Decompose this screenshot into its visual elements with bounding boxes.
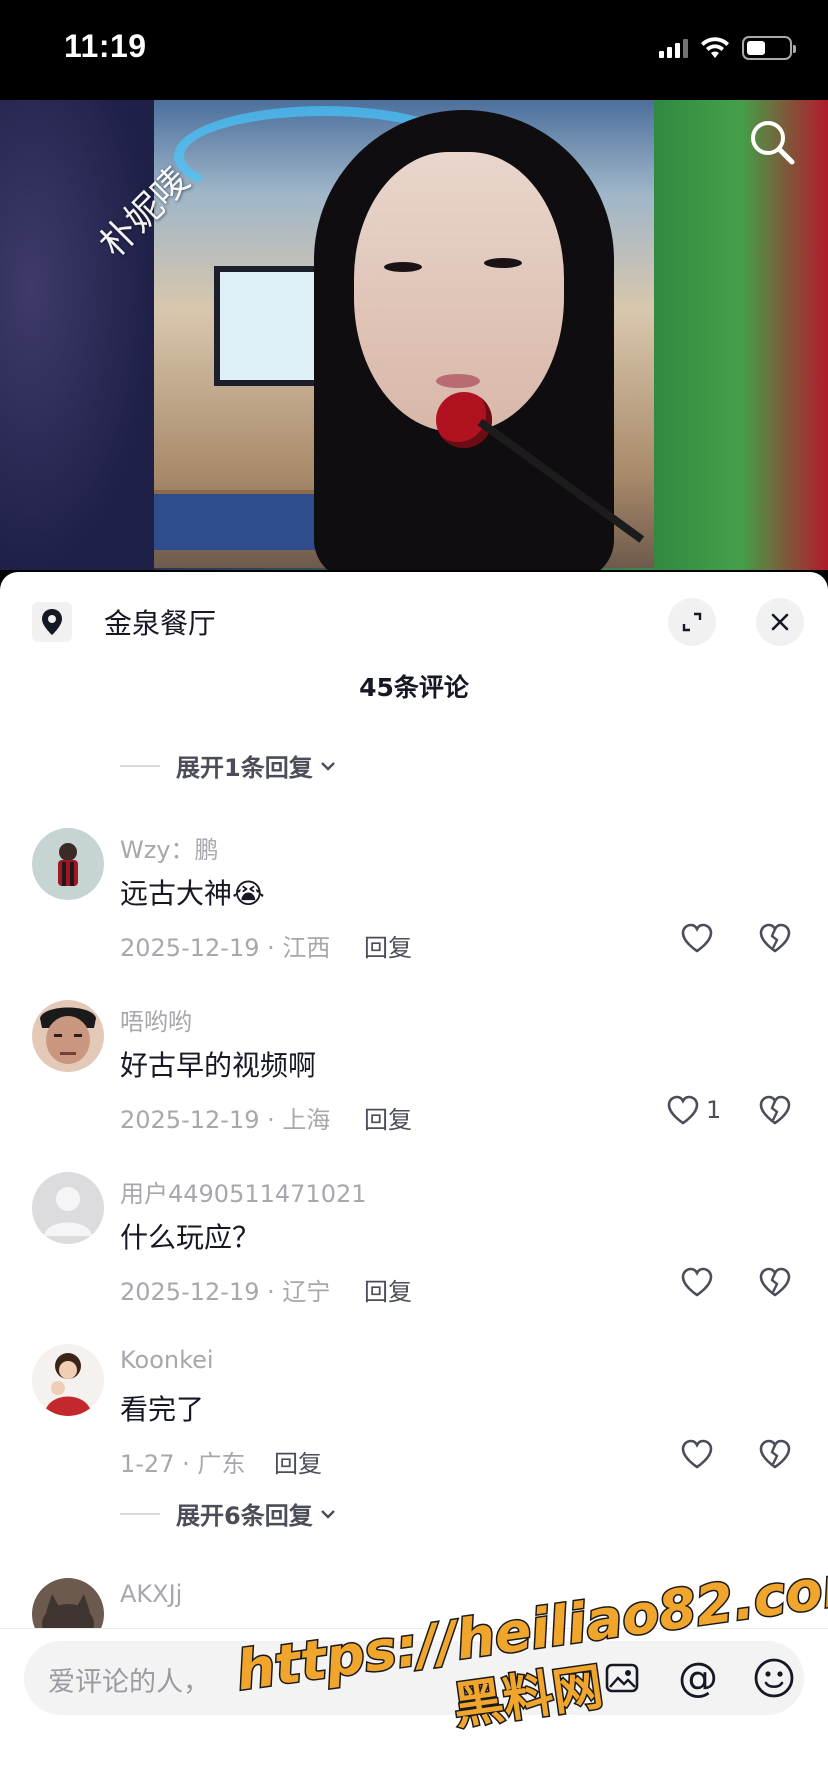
comment-text: 什么玩应？ [120, 1221, 261, 1254]
expand-replies-button[interactable]: 展开1条回复 [120, 748, 337, 783]
reply-button[interactable]: 回复 [364, 928, 412, 963]
like-button[interactable] [680, 922, 714, 954]
wifi-icon [701, 37, 729, 58]
heart-icon [681, 1439, 713, 1469]
avatar[interactable] [32, 828, 104, 900]
dislike-button[interactable] [758, 1438, 792, 1474]
location-pin-icon [32, 602, 72, 642]
reply-button[interactable]: 回复 [364, 1272, 412, 1307]
avatar[interactable] [32, 1344, 104, 1416]
expand-icon [682, 612, 702, 632]
image-icon [605, 1663, 639, 1693]
cellular-signal-icon [659, 38, 688, 58]
at-sign-icon: @ [678, 1655, 718, 1701]
status-time: 11:19 [64, 28, 147, 64]
comment-meta: 2025-12-19 · 上海 [120, 1106, 331, 1134]
image-button[interactable] [598, 1654, 646, 1702]
dislike-button[interactable] [758, 922, 792, 958]
expand-replies-button[interactable]: 展开6条回复 [120, 1496, 337, 1531]
battery-icon [742, 36, 796, 60]
comment-item[interactable]: 唔哟哟 好古早的视频啊 2025-12-19 · 上海 回复 1 [0, 1000, 828, 1170]
heart-icon [681, 1267, 713, 1297]
status-icons [659, 36, 796, 60]
status-bar: 11:19 [0, 0, 828, 100]
heart-icon [667, 1095, 699, 1125]
dislike-button[interactable] [758, 1094, 792, 1130]
dislike-button[interactable] [758, 1266, 792, 1302]
emoji-button[interactable] [750, 1654, 798, 1702]
broken-heart-icon [759, 1095, 791, 1125]
comment-item[interactable]: Koonkei 看完了 1-27 · 广东 回复 [0, 1344, 828, 1514]
comment-meta: 2025-12-19 · 江西 [120, 934, 331, 962]
avatar[interactable] [32, 1000, 104, 1072]
close-icon [771, 613, 789, 631]
mention-button[interactable]: @ [674, 1654, 722, 1702]
expand-replies-label: 展开1条回复 [176, 754, 313, 782]
video-blur-right [654, 100, 828, 570]
reply-button[interactable]: 回复 [364, 1100, 412, 1135]
comment-username[interactable]: AKXJj [120, 1580, 182, 1608]
comment-composer: 爱评论的人， @ [0, 1628, 828, 1792]
comment-username[interactable]: 用户4490511471021 [120, 1174, 367, 1209]
video-player[interactable]: 朴妮唛 [0, 100, 828, 570]
comment-username[interactable]: 唔哟哟 [120, 1002, 192, 1037]
comment-text: 看完了 [120, 1393, 205, 1426]
comment-username[interactable]: Koonkei [120, 1346, 214, 1374]
reply-button[interactable]: 回复 [274, 1444, 322, 1479]
comment-input-placeholder: 爱评论的人， [48, 1667, 210, 1698]
chevron-down-icon [320, 761, 335, 771]
close-button[interactable] [756, 598, 804, 646]
comment-item[interactable]: Wzy：鹏 远古大神😭 2025-12-19 · 江西 回复 [0, 828, 828, 998]
comment-item[interactable]: 用户4490511471021 什么玩应？ 2025-12-19 · 辽宁 回复 [0, 1172, 828, 1342]
comment-text: 好古早的视频啊 [120, 1049, 317, 1082]
heart-icon [681, 923, 713, 953]
emoji-icon [754, 1658, 794, 1698]
comment-input[interactable]: 爱评论的人， @ [24, 1641, 804, 1715]
video-blur-left [0, 100, 154, 570]
search-icon[interactable] [744, 114, 800, 170]
chevron-down-icon [320, 1509, 335, 1519]
expand-replies-label: 展开6条回复 [176, 1502, 313, 1530]
sheet-header: 金泉餐厅 [0, 572, 828, 662]
like-count: 1 [706, 1096, 722, 1124]
broken-heart-icon [759, 1267, 791, 1297]
location-name[interactable]: 金泉餐厅 [104, 602, 216, 642]
like-button[interactable]: 1 [666, 1094, 721, 1126]
broken-heart-icon [759, 1439, 791, 1469]
like-button[interactable] [680, 1266, 714, 1298]
comment-count-title: 45条评论 [359, 673, 469, 702]
expand-sheet-button[interactable] [668, 598, 716, 646]
comment-text: 远古大神😭 [120, 877, 265, 910]
default-avatar[interactable] [32, 1172, 104, 1244]
broken-heart-icon [759, 923, 791, 953]
comment-sheet: 金泉餐厅 45条评论 展开1条回复 Wzy：鹏 远古大神😭 2025-12-19… [0, 572, 828, 1792]
comment-username[interactable]: Wzy：鹏 [120, 830, 219, 865]
like-button[interactable] [680, 1438, 714, 1470]
video-frame [154, 100, 654, 570]
comment-meta: 2025-12-19 · 辽宁 [120, 1278, 331, 1306]
comment-meta: 1-27 · 广东 [120, 1450, 246, 1478]
